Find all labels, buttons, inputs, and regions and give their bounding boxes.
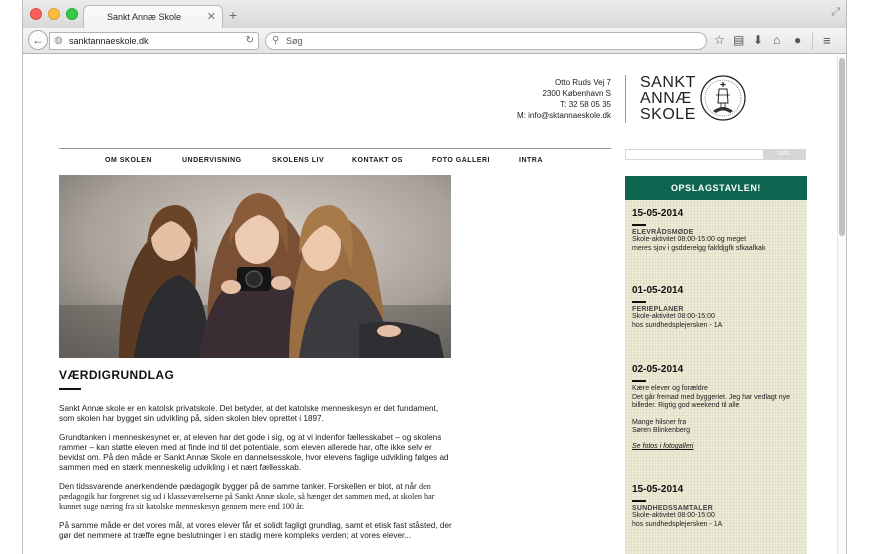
notice-rule bbox=[632, 380, 646, 382]
notice-date: 02-05-2014 bbox=[632, 364, 684, 375]
notice-line: Skole-aktivitet 08:00-15:00 bbox=[632, 512, 715, 519]
bookmarks-list-icon[interactable]: ▤ bbox=[733, 33, 744, 47]
notice-heading: SUNDHEDSSAMTALER bbox=[632, 505, 713, 512]
logo-line: SANKT bbox=[640, 74, 696, 91]
globe-icon: ◍ bbox=[54, 35, 63, 46]
notice-entry: 15-05-2014 ELEVRÅDSMØDE Skole-aktivitet … bbox=[632, 208, 802, 253]
notice-entry: 02-05-2014 Kære elever og forældre Det g… bbox=[632, 364, 802, 450]
notice-line: Skole-aktivitet 08:00-15:00 og meget bbox=[632, 236, 747, 243]
notice-line: Skole-aktivitet 08:00-15:00 bbox=[632, 313, 715, 320]
article-title: VÆRDIGRUNDLAG bbox=[59, 368, 175, 382]
notice-rule bbox=[632, 500, 646, 502]
article-paragraph: På samme måde er det vores mål, at vores… bbox=[59, 520, 452, 540]
address-email[interactable]: M: info@sktannaeskole.dk bbox=[463, 110, 611, 121]
logo-line: ANNÆ bbox=[640, 90, 692, 107]
notice-date: 15-05-2014 bbox=[632, 208, 684, 219]
notice-line: hos sundhedsplejersken - 1A bbox=[632, 321, 723, 329]
notice-board-title: OPSLAGSTAVLEN! bbox=[625, 176, 807, 200]
bookmark-star-icon[interactable]: ☆ bbox=[714, 33, 725, 47]
new-tab-icon[interactable]: + bbox=[229, 7, 237, 23]
article-paragraph: Grundtanken i menneskesynet er, at eleve… bbox=[59, 432, 449, 473]
tab-close-icon[interactable]: ✕ bbox=[207, 10, 216, 23]
nav-item-skolens-liv[interactable]: SKOLENS LIV bbox=[272, 157, 324, 164]
minimize-window-button[interactable] bbox=[48, 8, 60, 20]
address-street: Otto Ruds Vej 7 bbox=[554, 78, 611, 87]
address-city: 2300 København S bbox=[542, 89, 612, 98]
notice-line: Det går fremad med byggeriet. Jeg har ve… bbox=[632, 393, 790, 401]
menu-icon[interactable]: ≡ bbox=[823, 33, 831, 48]
back-button[interactable]: ← bbox=[28, 30, 48, 50]
search-icon: ⚲ bbox=[272, 35, 280, 46]
notice-board: OPSLAGSTAVLEN! 15-05-2014 ELEVRÅDSMØDE S… bbox=[625, 176, 807, 554]
article-paragraph: Sankt Annæ skole er en katolsk privatsko… bbox=[59, 404, 439, 424]
header-divider bbox=[625, 75, 626, 123]
title-underline bbox=[59, 388, 81, 390]
hero-photo-students bbox=[59, 175, 451, 358]
scrollbar-thumb[interactable] bbox=[839, 58, 845, 236]
browser-search-placeholder: Søg bbox=[286, 36, 303, 46]
notice-heading: FERIEPLANER bbox=[632, 306, 684, 313]
notice-date: 15-05-2014 bbox=[632, 484, 684, 495]
school-seal-icon bbox=[700, 75, 746, 121]
toolbar-separator bbox=[812, 32, 813, 50]
close-window-button[interactable] bbox=[30, 8, 42, 20]
navigation-toolbar: ← ◍ sanktannaeskole.dk ↻ ⚲ Søg ☆ ▤ ⬇ ⌂ ●… bbox=[23, 28, 846, 54]
nav-item-foto-galleri[interactable]: FOTO GALLERI bbox=[432, 157, 490, 164]
address-block: Otto Ruds Vej 7 2300 København S T: 32 5… bbox=[463, 77, 611, 121]
notice-gap bbox=[632, 411, 802, 419]
notice-rule bbox=[632, 301, 646, 303]
article-paragraph: Den tidssvarende anerkendende pædagogik … bbox=[59, 482, 455, 513]
download-icon[interactable]: ⬇ bbox=[753, 33, 763, 47]
notice-heading: ELEVRÅDSMØDE bbox=[632, 229, 694, 236]
nav-item-kontakt-os[interactable]: KONTAKT OS bbox=[352, 157, 403, 164]
notice-line: billeder. Rigtig god weekend til alle bbox=[632, 402, 740, 410]
nav-item-intra[interactable]: INTRA bbox=[519, 157, 543, 164]
reload-icon[interactable]: ↻ bbox=[246, 35, 254, 46]
logo-line: SKOLE bbox=[640, 106, 696, 123]
notice-line: Kære elever og forældre bbox=[632, 385, 708, 392]
url-text: sanktannaeskole.dk bbox=[69, 36, 149, 46]
nav-item-undervisning[interactable]: UNDERVISNING bbox=[182, 157, 242, 164]
browser-search-input[interactable]: ⚲ Søg bbox=[265, 32, 707, 50]
notice-entry: 15-05-2014 SUNDHEDSSAMTALER Skole-aktivi… bbox=[632, 484, 802, 529]
notice-line: hos sundhedsplejersken - 1A bbox=[632, 520, 723, 528]
chat-icon[interactable]: ● bbox=[794, 33, 801, 47]
tab-title: Sankt Annæ Skole bbox=[106, 12, 182, 22]
url-bar[interactable]: ◍ sanktannaeskole.dk ↻ bbox=[49, 32, 259, 50]
fullscreen-icon[interactable]: ⤢ bbox=[831, 6, 840, 19]
browser-window: Sankt Annæ Skole ✕ + ⤢ ← ◍ sanktannaesko… bbox=[22, 0, 847, 554]
site-search-input[interactable]: SØG bbox=[625, 149, 806, 160]
notice-line: Søren Blinkenberg bbox=[632, 427, 690, 435]
notice-line: meres sjov i gsdderelgg fakfdjgfk sfkaaf… bbox=[632, 244, 766, 252]
address-phone: T: 32 58 05 35 bbox=[560, 100, 611, 109]
notice-line: Mange hilsner fra bbox=[632, 418, 687, 426]
article: VÆRDIGRUNDLAG Sankt Annæ skole er en kat… bbox=[59, 368, 455, 549]
browser-tab[interactable]: Sankt Annæ Skole ✕ bbox=[83, 5, 223, 29]
school-logo-text[interactable]: SANKT ANNÆ SKOLE bbox=[640, 75, 696, 123]
notice-entry: 01-05-2014 FERIEPLANER Skole-aktivitet 0… bbox=[632, 285, 802, 330]
title-bar: Sankt Annæ Skole ✕ + ⤢ bbox=[23, 0, 846, 29]
notice-rule bbox=[632, 224, 646, 226]
notice-date: 01-05-2014 bbox=[632, 285, 684, 296]
site-search-button[interactable]: SØG bbox=[763, 150, 805, 159]
photo-gallery-link[interactable]: Se fotos i fotogalleri bbox=[632, 443, 802, 450]
main-navigation: OM SKOLEN UNDERVISNING SKOLENS LIV KONTA… bbox=[59, 148, 611, 170]
article-paragraph-part: Den tidssvarende anerkendende pædagogik … bbox=[59, 481, 417, 491]
home-icon[interactable]: ⌂ bbox=[773, 33, 780, 47]
maximize-window-button[interactable] bbox=[66, 8, 78, 20]
nav-item-om-skolen[interactable]: OM SKOLEN bbox=[105, 157, 152, 164]
web-page: Otto Ruds Vej 7 2300 København S T: 32 5… bbox=[23, 55, 839, 554]
